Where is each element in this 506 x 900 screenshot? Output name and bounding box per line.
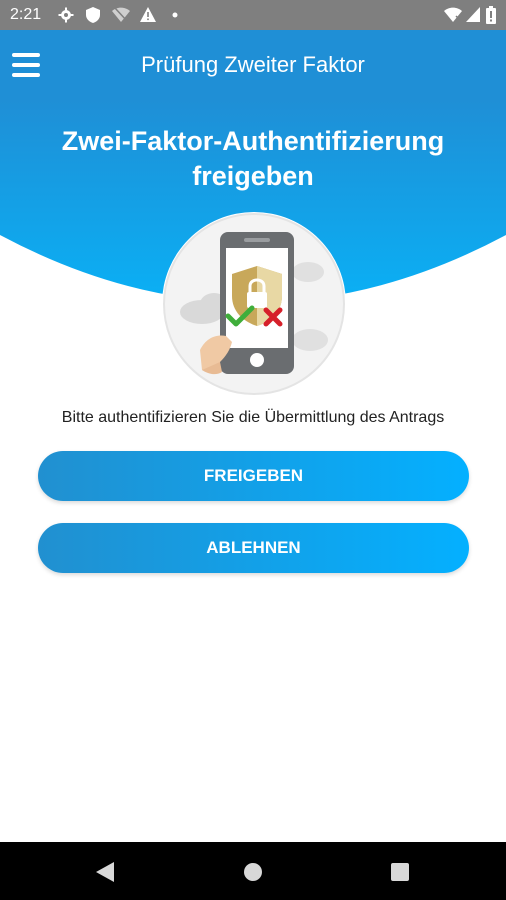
approve-button[interactable]: FREIGEBEN [38,451,469,501]
wifi-icon [444,7,462,22]
app-title: Prüfung Zweiter Faktor [141,52,365,77]
recents-icon[interactable] [391,863,409,881]
phone-shield-lock-icon [163,213,345,395]
illustration-circle [162,212,346,396]
gear-icon [58,7,74,23]
dot-icon [172,12,178,18]
signal-icon [466,7,480,22]
back-icon[interactable] [96,862,114,882]
warning-icon [140,7,156,22]
reject-button[interactable]: ABLEHNEN [38,523,469,573]
page-title: Zwei-Faktor-Authentifizierung freigeben [61,126,445,191]
home-icon[interactable] [243,862,263,882]
status-time: 2:21 [10,6,42,23]
status-bar: 2:21 [0,0,506,30]
navigation-bar [0,842,506,900]
battery-icon [486,6,496,24]
shield-icon [86,7,100,23]
wifi-off-icon [112,7,130,22]
instruction-text: Bitte authentifizieren Sie die Übermittl… [61,409,445,426]
